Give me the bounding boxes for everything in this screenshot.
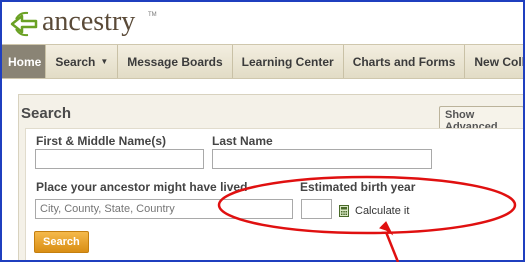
page-frame: ancestry TM Home Search ▼ Message Boards… [0,0,525,262]
last-name-label: Last Name [212,134,273,148]
last-name-input[interactable] [212,149,432,169]
nav-learning-center[interactable]: Learning Center [233,45,344,78]
chevron-down-icon: ▼ [100,57,109,66]
birth-year-label: Estimated birth year [300,180,416,194]
first-name-input[interactable] [35,149,204,169]
ancestry-logo[interactable]: ancestry TM [10,6,210,40]
first-name-label: First & Middle Name(s) [36,134,167,148]
trademark-mark: TM [148,12,157,18]
leaf-arrow-icon [10,11,38,37]
nav-message-boards[interactable]: Message Boards [118,45,233,78]
nav-search-label: Search [55,54,96,69]
nav-search[interactable]: Search ▼ [46,45,119,78]
nav-home[interactable]: Home [2,45,47,78]
nav-new-collections-label: New Collections [474,54,525,69]
nav-charts-and-forms[interactable]: Charts and Forms [344,45,466,78]
search-form: First & Middle Name(s) Last Name Place y… [25,128,523,260]
search-panel-title: Search [21,105,72,122]
calculate-it-link[interactable]: Calculate it [355,205,409,217]
search-panel: Search Show Advanced First & Middle Name… [18,94,523,260]
place-input[interactable] [35,199,293,219]
brand-name: ancestry [42,6,136,37]
nav-message-boards-label: Message Boards [127,54,223,69]
nav-new-collections[interactable]: New Collections [465,45,525,78]
birth-year-input[interactable] [301,199,332,219]
place-label: Place your ancestor might have lived [36,180,248,194]
nav-charts-and-forms-label: Charts and Forms [352,54,456,69]
search-button[interactable]: Search [34,231,89,253]
nav-home-label: Home [8,54,42,69]
main-nav: Home Search ▼ Message Boards Learning Ce… [2,44,523,79]
nav-learning-center-label: Learning Center [241,54,334,69]
calculator-icon[interactable] [339,205,349,217]
